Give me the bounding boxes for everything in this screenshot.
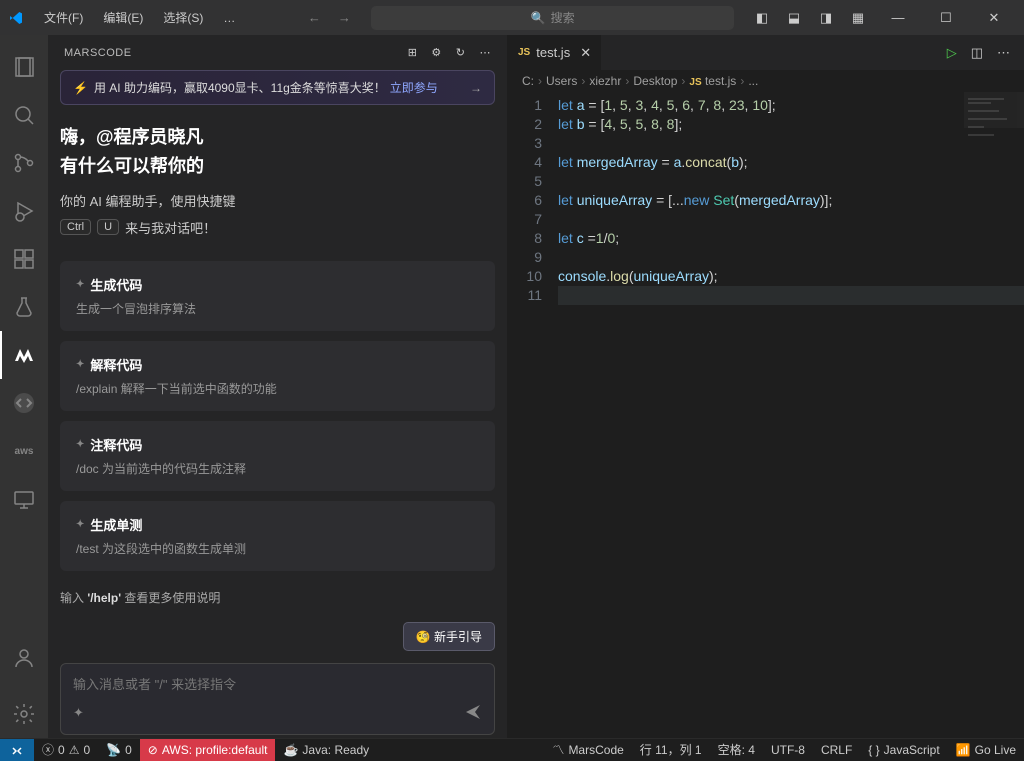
history-icon[interactable]: ↻	[456, 46, 466, 59]
editor-tabs: JS test.js ✕ ▷ ◫ ⋯	[508, 35, 1024, 70]
split-editor-icon[interactable]: ◫	[971, 45, 983, 61]
activity-bar: aws	[0, 35, 48, 738]
suggestion-card[interactable]: 解释代码/explain 解释一下当前选中函数的功能	[60, 341, 495, 411]
ports-button[interactable]: 📡 0	[98, 739, 140, 761]
card-desc: /doc 为当前选中的代码生成注释	[76, 460, 479, 477]
window-close-icon[interactable]: ✕	[972, 0, 1016, 35]
command-center-search[interactable]: 🔍 搜索	[371, 6, 734, 30]
menu-select[interactable]: 选择(S)	[155, 5, 211, 30]
cursor-position[interactable]: 行 11，列 1	[632, 739, 710, 761]
panel-title: MARSCODE	[64, 47, 132, 59]
marscode-icon[interactable]	[0, 331, 48, 379]
panel-settings-icon[interactable]: ⚙	[431, 46, 441, 59]
subtitle: 你的 AI 编程助手，使用快捷键	[60, 191, 495, 210]
card-desc: /test 为这段选中的函数生成单测	[76, 540, 479, 557]
aws-icon[interactable]: aws	[0, 427, 48, 475]
menu-edit[interactable]: 编辑(E)	[95, 5, 151, 30]
chat-input[interactable]: 输入消息或者 "/" 来选择指令 ✦	[60, 663, 495, 735]
bolt-icon: ⚡	[73, 81, 88, 95]
minimap[interactable]	[964, 92, 1024, 738]
promo-banner[interactable]: ⚡ 用 AI 助力编码，赢取4090显卡、11g金条等惊喜大奖！ 立即参与 →	[60, 70, 495, 105]
problems-button[interactable]: ⓧ 0 ⚠ 0	[34, 739, 98, 761]
suggestion-card[interactable]: 生成单测/test 为这段选中的函数生成单测	[60, 501, 495, 571]
run-icon[interactable]: ▷	[947, 45, 957, 61]
layout-customize-icon[interactable]: ▦	[844, 4, 872, 32]
card-title: 生成代码	[76, 275, 479, 294]
search-icon[interactable]	[0, 91, 48, 139]
aws-profile-button[interactable]: ⊘ AWS: profile:default	[140, 739, 276, 761]
vscode-icon	[8, 10, 24, 26]
shortcut-hint: Ctrl U 来与我对话吧！	[60, 218, 495, 237]
encoding[interactable]: UTF-8	[763, 739, 813, 761]
tab-testjs[interactable]: JS test.js ✕	[508, 35, 602, 70]
editor-more-icon[interactable]: ⋯	[997, 45, 1010, 61]
layout-panel-right-icon[interactable]: ◨	[812, 4, 840, 32]
editor-group: JS test.js ✕ ▷ ◫ ⋯ C:›Users›xiezhr›Deskt…	[508, 35, 1024, 738]
greeting: 嗨，@程序员晓凡 有什么可以帮你的	[60, 123, 495, 181]
send-icon[interactable]	[464, 703, 482, 724]
card-desc: /explain 解释一下当前选中函数的功能	[76, 380, 479, 397]
testing-icon[interactable]	[0, 283, 48, 331]
breadcrumb[interactable]: C:›Users›xiezhr›Desktop›JS test.js›...	[508, 70, 1024, 92]
accounts-icon[interactable]	[0, 634, 48, 682]
arrow-right-icon: →	[470, 81, 482, 95]
explorer-icon[interactable]	[0, 43, 48, 91]
codeium-icon[interactable]	[0, 379, 48, 427]
help-hint: 输入 '/help' 查看更多使用说明	[60, 589, 495, 606]
card-title: 生成单测	[76, 515, 479, 534]
menu-file[interactable]: 文件(F)	[36, 5, 91, 30]
extensions-icon[interactable]	[0, 235, 48, 283]
search-icon: 🔍	[531, 11, 546, 25]
card-desc: 生成一个冒泡排序算法	[76, 300, 479, 317]
panel-more-icon[interactable]: ⋯	[480, 46, 492, 59]
remote-button[interactable]	[0, 739, 34, 761]
layout-panel-left-icon[interactable]: ◧	[748, 4, 776, 32]
beginner-guide-button[interactable]: 🧐 新手引导	[403, 622, 495, 651]
card-title: 注释代码	[76, 435, 479, 454]
sparkle-icon[interactable]: ✦	[73, 705, 84, 721]
source-control-icon[interactable]	[0, 139, 48, 187]
remote-explorer-icon[interactable]	[0, 475, 48, 523]
language-mode[interactable]: { } JavaScript	[860, 739, 947, 761]
titlebar: 文件(F) 编辑(E) 选择(S) … ← → 🔍 搜索 ◧ ⬓ ◨ ▦ — ☐…	[0, 0, 1024, 35]
js-file-icon: JS	[518, 47, 530, 58]
indentation[interactable]: 空格: 4	[710, 739, 763, 761]
nav-back-icon[interactable]: ←	[301, 5, 327, 31]
code-editor[interactable]: 1234567891011 let a = [1, 5, 3, 4, 5, 6,…	[508, 92, 1024, 738]
window-maximize-icon[interactable]: ☐	[924, 0, 968, 35]
marscode-status[interactable]: 〽 MarsCode	[544, 739, 631, 761]
suggestion-card[interactable]: 注释代码/doc 为当前选中的代码生成注释	[60, 421, 495, 491]
layout-panel-bottom-icon[interactable]: ⬓	[780, 4, 808, 32]
go-live-button[interactable]: 📶 Go Live	[948, 739, 1024, 761]
tab-close-icon[interactable]: ✕	[580, 45, 591, 61]
java-status[interactable]: ☕ Java: Ready	[275, 739, 377, 761]
nav-forward-icon[interactable]: →	[331, 5, 357, 31]
run-debug-icon[interactable]	[0, 187, 48, 235]
line-gutter: 1234567891011	[508, 92, 558, 738]
eol[interactable]: CRLF	[813, 739, 860, 761]
card-title: 解释代码	[76, 355, 479, 374]
chat-input-placeholder: 输入消息或者 "/" 来选择指令	[73, 674, 482, 693]
statusbar: ⓧ 0 ⚠ 0 📡 0 ⊘ AWS: profile:default ☕ Jav…	[0, 738, 1024, 760]
suggestion-card[interactable]: 生成代码生成一个冒泡排序算法	[60, 261, 495, 331]
settings-gear-icon[interactable]	[0, 690, 48, 738]
marscode-panel: MARSCODE ⊞ ⚙ ↻ ⋯ ⚡ 用 AI 助力编码，赢取4090显卡、11…	[48, 35, 508, 738]
menu-more[interactable]: …	[215, 7, 243, 29]
window-minimize-icon[interactable]: —	[876, 0, 920, 35]
new-chat-icon[interactable]: ⊞	[408, 46, 418, 59]
